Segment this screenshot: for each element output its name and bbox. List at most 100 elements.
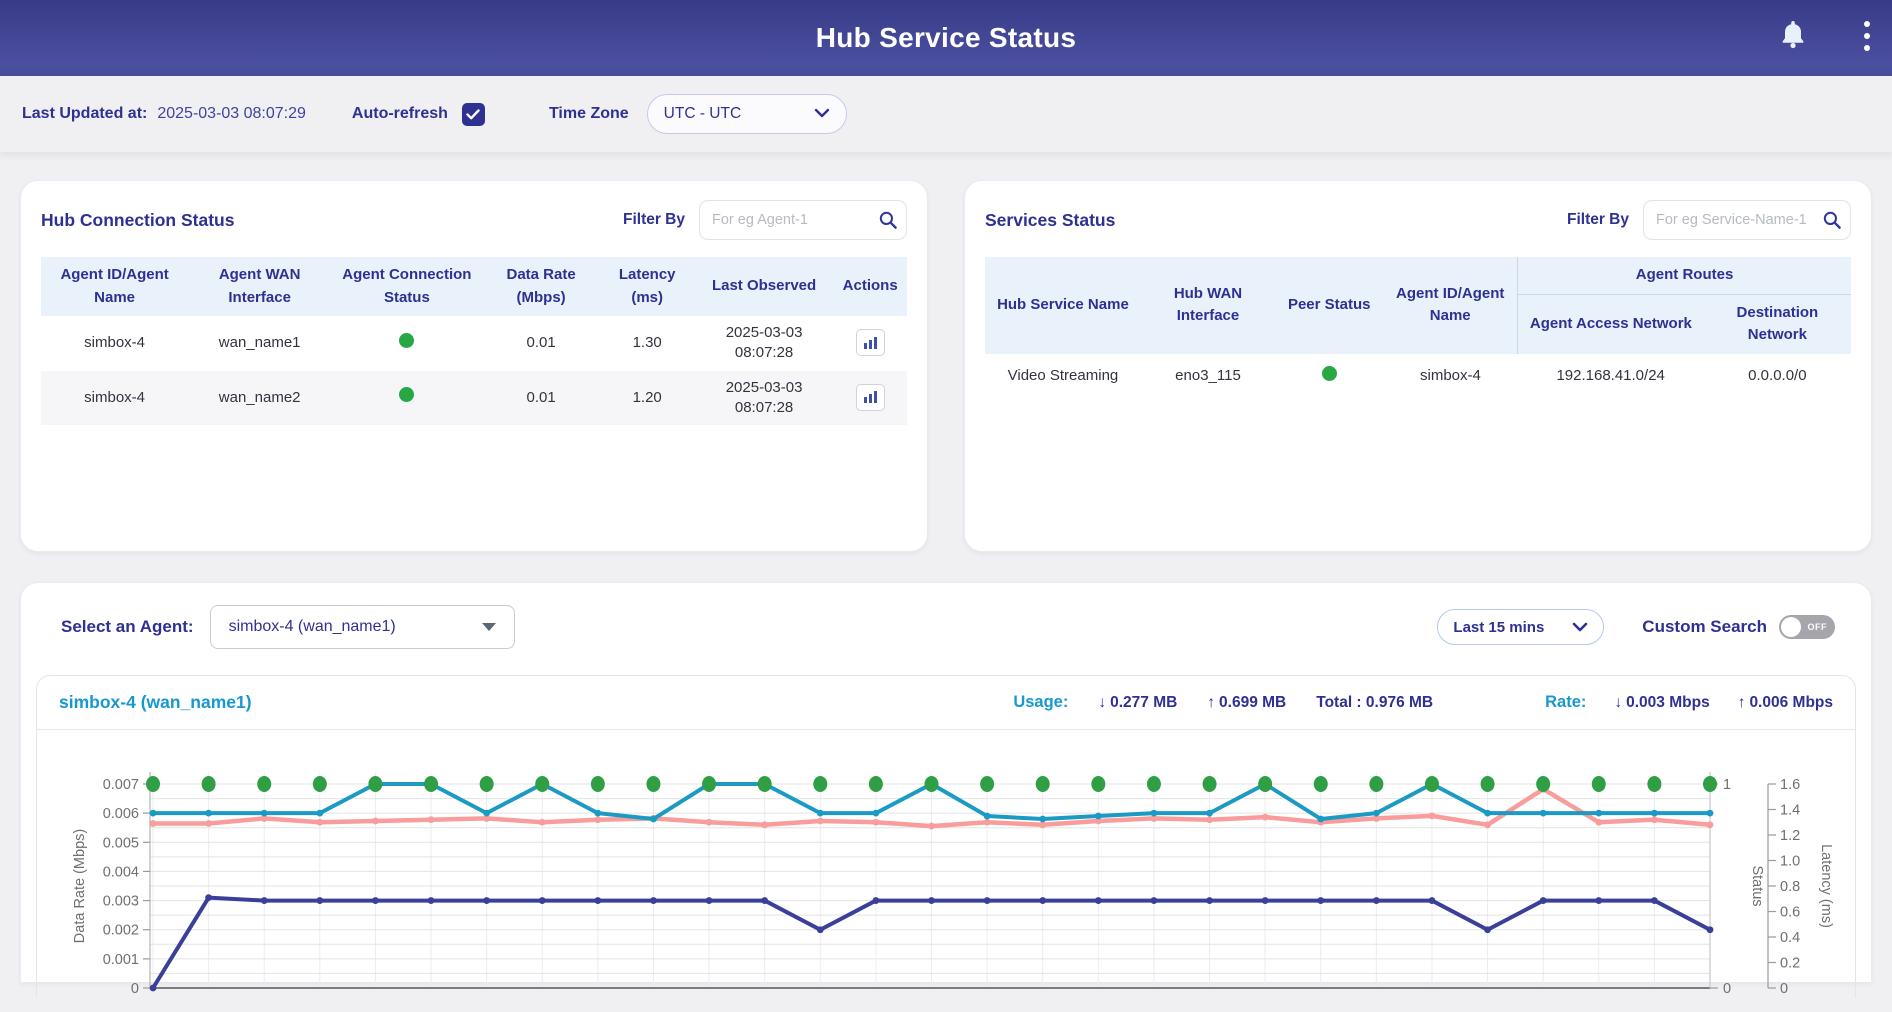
svg-text:Data Rate (Mbps): Data Rate (Mbps) xyxy=(72,829,88,943)
toggle-state-text: OFF xyxy=(1808,622,1828,632)
cell-agent-id: simbox-4 xyxy=(41,371,188,426)
svg-text:1.2: 1.2 xyxy=(1780,828,1800,844)
download-arrow-icon: ↓ xyxy=(1098,694,1106,711)
col-hub-wan: Hub WAN Interface xyxy=(1141,257,1275,354)
app-header: Hub Service Status xyxy=(0,0,1892,76)
services-status-card: Services Status Filter By Hub Service Na… xyxy=(964,180,1872,552)
rate-download-value: 0.003 Mbps xyxy=(1626,694,1710,711)
cell-actions xyxy=(833,371,907,426)
notifications-bell-icon[interactable] xyxy=(1778,18,1808,52)
row-chart-action-button[interactable] xyxy=(856,329,885,356)
cell-destination-network: 0.0.0.0/0 xyxy=(1704,354,1851,400)
row-chart-action-button[interactable] xyxy=(856,384,885,411)
time-range-dropdown[interactable]: Last 15 mins xyxy=(1437,609,1604,645)
col-last-observed: Last Observed xyxy=(695,257,834,316)
cell-agent-wan: wan_name1 xyxy=(188,316,331,371)
svg-text:1.4: 1.4 xyxy=(1780,803,1800,819)
cell-access-network: 192.168.41.0/24 xyxy=(1518,354,1704,400)
time-zone-label: Time Zone xyxy=(549,105,629,123)
search-icon[interactable] xyxy=(878,210,898,235)
agent-monitor-card: Select an Agent: simbox-4 (wan_name1) La… xyxy=(20,582,1872,982)
kebab-menu-icon[interactable] xyxy=(1856,16,1878,56)
auto-refresh-label: Auto-refresh xyxy=(352,105,448,123)
custom-search-toggle[interactable]: OFF xyxy=(1779,615,1835,639)
svg-text:1.6: 1.6 xyxy=(1780,777,1800,793)
hub-filter-input[interactable] xyxy=(699,200,907,240)
chevron-down-icon xyxy=(814,105,830,123)
svg-text:0.003: 0.003 xyxy=(103,894,139,910)
cell-latency: 1.30 xyxy=(600,316,695,371)
bar-chart-icon xyxy=(862,389,879,405)
col-actions: Actions xyxy=(833,257,907,316)
agent-select-dropdown[interactable]: simbox-4 (wan_name1) xyxy=(210,605,515,649)
time-range-value: Last 15 mins xyxy=(1453,619,1544,636)
chevron-down-icon xyxy=(1572,622,1588,632)
cell-hub-wan: eno3_115 xyxy=(1141,354,1275,400)
cell-latency: 1.20 xyxy=(600,371,695,426)
services-status-table: Hub Service Name Hub WAN Interface Peer … xyxy=(985,257,1851,400)
last-updated-value: 2025-03-03 08:07:29 xyxy=(157,105,306,123)
rate-metrics: Rate: ↓0.003 Mbps ↑0.006 Mbps xyxy=(1545,693,1833,712)
interface-chart-card: simbox-4 (wan_name1) Usage: ↓0.277 MB ↑0… xyxy=(36,675,1856,998)
last-updated-label: Last Updated at: xyxy=(22,105,147,123)
time-zone-select[interactable]: UTC - UTC xyxy=(647,94,847,134)
usage-download-value: 0.277 MB xyxy=(1110,694,1177,711)
bar-chart-icon xyxy=(862,335,879,351)
status-dot-up xyxy=(399,387,414,402)
status-dot-up xyxy=(399,333,414,348)
toolbar: Last Updated at: 2025-03-03 08:07:29 Aut… xyxy=(0,76,1892,152)
rate-label: Rate: xyxy=(1545,693,1586,712)
cell-agent-id: simbox-4 xyxy=(1383,354,1517,400)
time-zone-value: UTC - UTC xyxy=(664,105,742,123)
col-data-rate: Data Rate (Mbps) xyxy=(483,257,600,316)
traffic-chart: 00.0010.0020.0030.0040.0050.0060.007Data… xyxy=(37,730,1855,998)
table-row: simbox-4wan_name10.011.302025-03-0308:07… xyxy=(41,316,907,371)
upload-arrow-icon: ↑ xyxy=(1207,694,1215,711)
cell-conn-status xyxy=(331,316,483,371)
hub-connection-title: Hub Connection Status xyxy=(41,210,234,231)
svg-text:0.4: 0.4 xyxy=(1780,930,1800,946)
hub-connection-card: Hub Connection Status Filter By Agent ID… xyxy=(20,180,928,552)
dropdown-arrow-icon xyxy=(482,623,496,631)
select-agent-label: Select an Agent: xyxy=(61,617,194,637)
download-arrow-icon: ↓ xyxy=(1614,694,1622,711)
services-status-title: Services Status xyxy=(985,210,1115,231)
upload-arrow-icon: ↑ xyxy=(1738,694,1746,711)
col-destination-network: Destination Network xyxy=(1704,294,1851,354)
status-dot-up xyxy=(1322,366,1337,381)
svg-text:0.001: 0.001 xyxy=(103,952,139,968)
col-latency: Latency (ms) xyxy=(600,257,695,316)
cell-data-rate: 0.01 xyxy=(483,371,600,426)
svg-text:1: 1 xyxy=(1723,777,1731,793)
search-icon[interactable] xyxy=(1822,210,1842,235)
svg-text:0.2: 0.2 xyxy=(1780,956,1800,972)
col-agent-id: Agent ID/Agent Name xyxy=(41,257,188,316)
cell-hub-service: Video Streaming xyxy=(985,354,1141,400)
col-agent-id: Agent ID/Agent Name xyxy=(1383,257,1517,354)
rate-upload-value: 0.006 Mbps xyxy=(1749,694,1833,711)
svg-text:0.6: 0.6 xyxy=(1780,905,1800,921)
chart-title: simbox-4 (wan_name1) xyxy=(59,692,252,713)
page-title: Hub Service Status xyxy=(816,22,1077,54)
col-hub-service: Hub Service Name xyxy=(985,257,1141,354)
svg-text:0.8: 0.8 xyxy=(1780,879,1800,895)
cell-agent-id: simbox-4 xyxy=(41,316,188,371)
col-agent-wan: Agent WAN Interface xyxy=(188,257,331,316)
svg-text:0.006: 0.006 xyxy=(103,806,139,822)
col-group-agent-routes: Agent Routes xyxy=(1518,257,1851,294)
svg-text:0.004: 0.004 xyxy=(103,864,139,880)
custom-search-label: Custom Search xyxy=(1642,617,1767,637)
auto-refresh-checkbox[interactable] xyxy=(462,103,485,126)
svg-text:0: 0 xyxy=(1723,981,1731,997)
cell-last-observed: 2025-03-0308:07:28 xyxy=(695,316,834,371)
svg-text:Status: Status xyxy=(1749,865,1765,906)
cell-actions xyxy=(833,316,907,371)
svg-text:0.002: 0.002 xyxy=(103,923,139,939)
svg-text:1.0: 1.0 xyxy=(1780,854,1800,870)
svg-text:0.007: 0.007 xyxy=(103,777,139,793)
agent-select-value: simbox-4 (wan_name1) xyxy=(229,618,396,636)
col-peer-status: Peer Status xyxy=(1275,257,1383,354)
services-filter-input[interactable] xyxy=(1643,200,1851,240)
usage-total-value: Total : 0.976 MB xyxy=(1316,694,1433,712)
hub-filter-label: Filter By xyxy=(623,211,685,229)
